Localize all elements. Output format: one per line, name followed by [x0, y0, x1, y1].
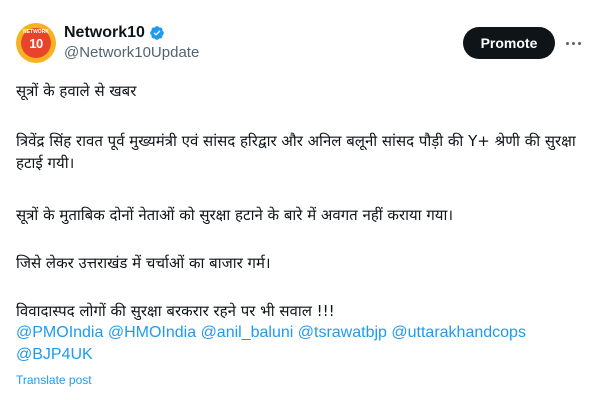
mention-link[interactable]: @uttarakhandcops — [391, 324, 526, 341]
promote-button[interactable]: Promote — [463, 27, 555, 59]
author-display-name[interactable]: Network10 — [64, 24, 145, 42]
translate-post-link[interactable]: Translate post — [16, 373, 92, 387]
mention-link[interactable]: @anil_baluni — [201, 324, 294, 341]
post-paragraph-2: त्रिवेंद्र सिंह रावत पूर्व मुख्यमंत्री ए… — [16, 132, 576, 172]
post-paragraph-5: विवादास्पद लोगों की सुरक्षा बरकरार रहने … — [16, 300, 581, 366]
avatar[interactable]: NETWORK 10 — [16, 23, 56, 63]
post-question-line: विवादास्पद लोगों की सुरक्षा बरकरार रहने … — [16, 302, 335, 320]
post-line-1: सूत्रों के हवाले से खबर — [16, 82, 137, 100]
mention-link[interactable]: @BJP4UK — [16, 346, 93, 363]
verified-badge-icon — [150, 26, 164, 40]
avatar-logo-text: 10 — [29, 35, 43, 51]
avatar-logo: NETWORK 10 — [21, 28, 51, 58]
author-name-row: Network10 — [64, 24, 165, 42]
mentions: @PMOIndia @HMOIndia @anil_baluni @tsrawa… — [16, 322, 581, 366]
more-dot — [565, 41, 569, 45]
author-handle[interactable]: @Network10Update — [64, 44, 199, 61]
more-dot — [571, 41, 575, 45]
more-dot — [577, 41, 581, 45]
mention-link[interactable]: @tsrawatbjp — [298, 324, 387, 341]
mention-link[interactable]: @HMOIndia — [108, 324, 196, 341]
post-paragraph-3: सूत्रों के मुताबिक दोनों नेताओं को सुरक्… — [16, 206, 454, 224]
more-horizontal-icon[interactable] — [563, 34, 583, 52]
avatar-logo-top-text: NETWORK — [23, 29, 49, 35]
mention-link[interactable]: @PMOIndia — [16, 324, 103, 341]
post-paragraph-4: जिसे लेकर उत्तराखंड में चर्चाओं का बाजार… — [16, 254, 271, 272]
